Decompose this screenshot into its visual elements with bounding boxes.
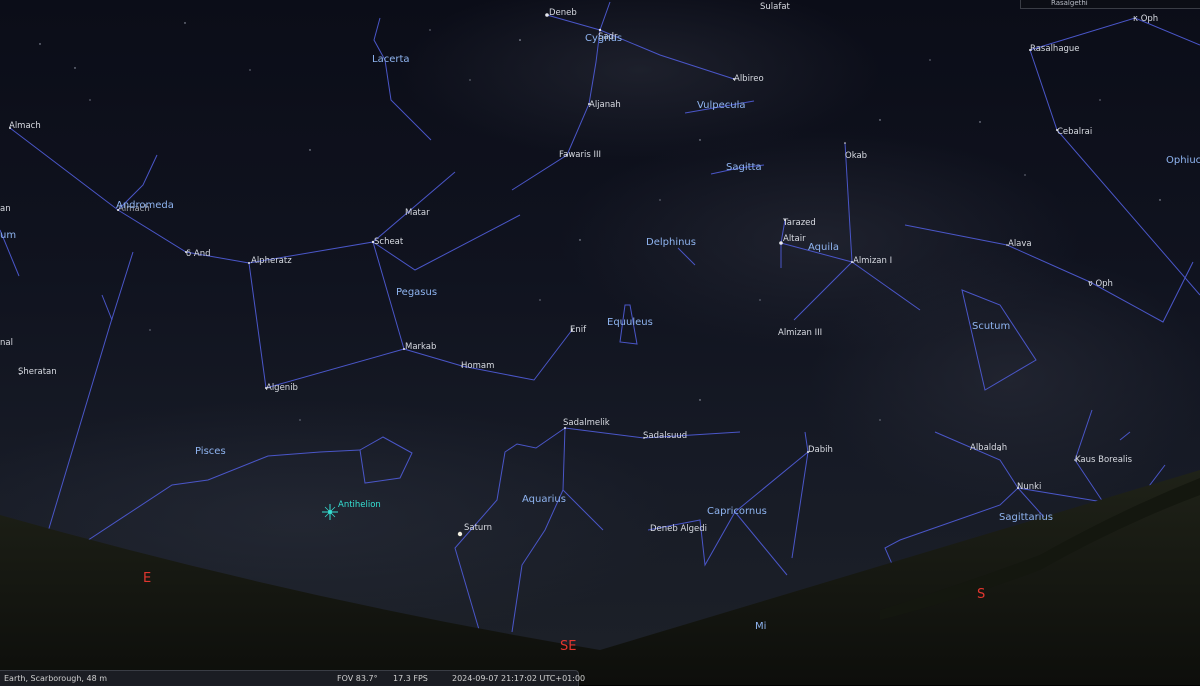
star-label-delta-and: δ And <box>186 249 211 259</box>
star-label-sadalmelik: Sadalmelik <box>563 418 610 428</box>
const-label-capricornus: Capricornus <box>707 506 767 517</box>
const-label-clipped-mi: Mi <box>755 621 766 632</box>
const-label-sagitta: Sagitta <box>726 162 762 173</box>
andromeda-lines <box>9 127 250 264</box>
star-label-altair: Altair <box>783 234 806 244</box>
const-label-ophiuchus: Ophiuc <box>1166 155 1200 166</box>
star-label-saturn: Saturn <box>464 523 492 533</box>
star-label-markab: Markab <box>405 342 436 352</box>
antihelion-label: Antihelion <box>338 500 381 510</box>
sky-canvas[interactable]: Deneb Sadr Sulafat Albireo Aljanah Fawar… <box>0 0 1200 685</box>
star-label-homam: Homam <box>461 361 494 371</box>
const-label-scutum: Scutum <box>972 321 1010 332</box>
star-label-tarazed: Tarazed <box>782 218 816 228</box>
pegasus-lines-3 <box>403 329 573 381</box>
const-label-sagittarius: Sagittarius <box>999 512 1053 523</box>
saturn-dot[interactable] <box>457 531 463 537</box>
capricornus-lines-3 <box>734 511 788 576</box>
star-label-almizan-iii: Almizan III <box>778 328 822 338</box>
status-bar: Earth, Scarborough, 48 m FOV 83.7° 17.3 … <box>0 670 585 686</box>
star-label-scheat: Scheat <box>374 237 404 247</box>
star-label-almizan-i: Almizan I <box>853 256 892 266</box>
const-label-aquarius: Aquarius <box>522 494 566 505</box>
top-right-info-box: Rasalgethi <box>1020 0 1200 9</box>
star-label-alpheratz: Alpheratz <box>251 256 292 266</box>
const-label-clipped-um: um <box>0 230 16 241</box>
status-location: Earth, Scarborough, 48 m <box>4 674 108 683</box>
star-label-alava: Alava <box>1008 239 1032 249</box>
star-label-albaldah: Albaldah <box>970 443 1007 453</box>
star-label-sadalsuud: Sadalsuud <box>643 431 687 441</box>
const-label-vulpecula: Vulpecula <box>697 100 746 111</box>
status-fps: 17.3 FPS <box>393 674 428 683</box>
star-label-dabih: Dabih <box>808 445 833 455</box>
const-label-pegasus: Pegasus <box>396 287 437 298</box>
star-label-enif: Enif <box>570 325 587 335</box>
star-label-rasalhague: Rasalhague <box>1030 44 1080 54</box>
star-label-fawaris: Fawaris III <box>559 150 601 160</box>
star-label-aljanah: Aljanah <box>589 100 621 110</box>
const-label-delphinus: Delphinus <box>646 237 696 248</box>
star-label-sheratan: Sheratan <box>18 367 57 377</box>
capricornus-lines <box>791 431 809 559</box>
pegasus-lines <box>372 171 456 243</box>
cardinal-south: S <box>977 587 985 602</box>
star-label-almach: Almach <box>9 121 41 131</box>
const-label-pisces: Pisces <box>195 446 226 457</box>
const-label-cygnus: Cygnus <box>585 33 622 44</box>
star-label-albireo: Albireo <box>734 74 764 84</box>
status-datetime: 2024-09-07 21:17:02 UTC+01:00 <box>452 674 586 683</box>
cardinal-east: E <box>143 571 151 586</box>
star-label-clipped-an: an <box>0 204 11 214</box>
star-label-deneb: Deneb <box>549 8 577 18</box>
star-label-algenib: Algenib <box>266 383 298 393</box>
star-label-sulafat: Sulafat <box>760 2 791 12</box>
star-label-clipped-nal: nal <box>0 338 13 348</box>
star-label-kaus-borealis: Kaus Borealis <box>1075 455 1133 465</box>
const-label-equuleus: Equuleus <box>607 317 653 328</box>
const-label-aquila: Aquila <box>808 242 839 253</box>
const-label-andromeda: Andromeda <box>116 200 174 211</box>
star-label-nunki: Nunki <box>1017 482 1041 492</box>
top-right-label-rasalgethi: Rasalgethi <box>1051 0 1088 7</box>
star-label-kappa-oph: κ Oph <box>1133 14 1158 24</box>
pisces-lines-3 <box>101 294 113 321</box>
star-label-cebalrai: Cebalrai <box>1057 127 1092 137</box>
status-fov: FOV 83.7° <box>337 674 378 683</box>
star-label-matar: Matar <box>405 208 430 218</box>
const-label-lacerta: Lacerta <box>372 54 410 65</box>
cardinal-southeast: SE <box>560 639 576 654</box>
star-label-nu-oph: ν Oph <box>1088 279 1113 289</box>
star-label-deneb-algedi: Deneb Algedi <box>650 524 707 534</box>
star-label-okab: Okab <box>845 151 867 161</box>
sky-view[interactable]: Deneb Sadr Sulafat Albireo Aljanah Fawar… <box>0 0 1200 685</box>
